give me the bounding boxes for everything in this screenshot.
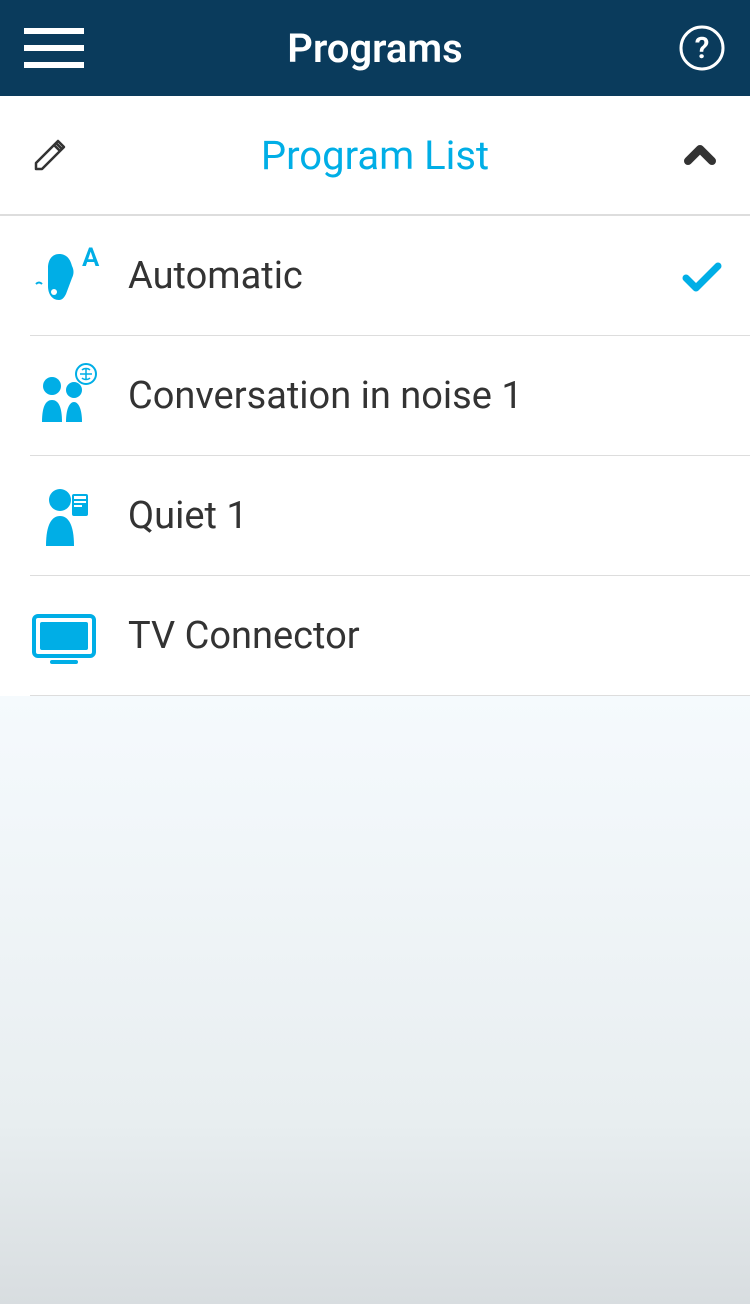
program-label: Quiet 1 <box>128 494 726 538</box>
svg-text:?: ? <box>695 31 710 66</box>
program-list-title: Program List <box>261 132 489 179</box>
svg-text:A: A <box>82 243 100 273</box>
program-item-automatic[interactable]: A Automatic <box>0 216 750 336</box>
automatic-icon: A <box>24 236 104 316</box>
program-item-tv[interactable]: TV Connector <box>0 576 750 696</box>
empty-area <box>0 696 750 1304</box>
program-list: A Automatic Conversation in noise 1 <box>0 216 750 696</box>
program-label: TV Connector <box>128 614 726 658</box>
page-title: Programs <box>287 25 462 72</box>
help-icon[interactable]: ? <box>678 24 726 72</box>
edit-icon[interactable] <box>30 135 70 175</box>
program-label: Conversation in noise 1 <box>128 374 726 418</box>
tv-icon <box>24 596 104 676</box>
chevron-up-icon[interactable] <box>680 135 720 175</box>
program-item-quiet[interactable]: Quiet 1 <box>0 456 750 576</box>
quiet-icon <box>24 476 104 556</box>
menu-icon[interactable] <box>24 28 84 68</box>
conversation-icon <box>24 356 104 436</box>
program-list-header: Program List <box>0 96 750 216</box>
program-item-conversation[interactable]: Conversation in noise 1 <box>0 336 750 456</box>
app-header: Programs ? <box>0 0 750 96</box>
check-icon <box>678 252 726 300</box>
program-label: Automatic <box>128 254 678 298</box>
